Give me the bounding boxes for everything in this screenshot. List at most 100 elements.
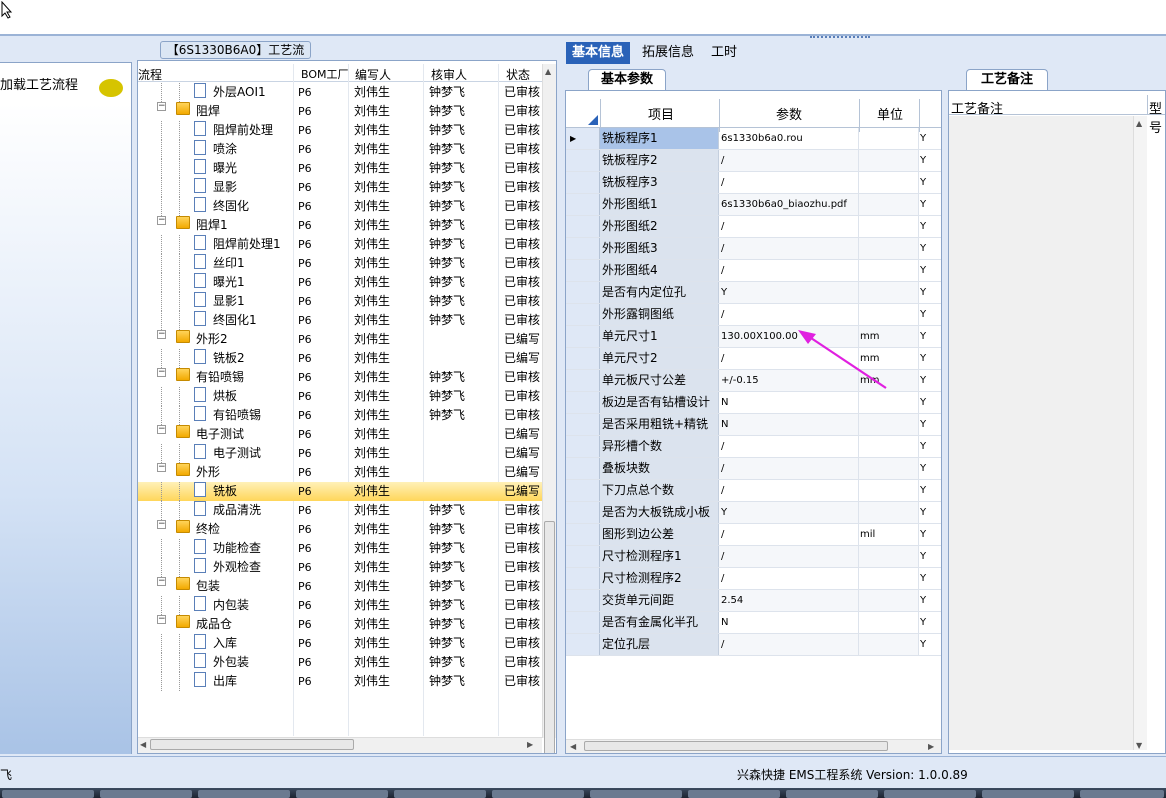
tree-vertical-scroll-thumb[interactable] (544, 521, 555, 753)
param-unit-cell[interactable] (859, 392, 919, 413)
tree-row[interactable]: 显影 P6 刘伟生 钟梦飞 已审核 (138, 178, 542, 197)
collapse-toggle-icon[interactable]: − (157, 216, 166, 225)
param-value-cell[interactable]: / (719, 546, 859, 567)
taskbar-button[interactable] (590, 790, 682, 798)
col-header-writer[interactable]: 编写人 (355, 66, 391, 83)
param-row[interactable]: 板边是否有钻槽设计 N Y (566, 392, 941, 414)
param-row[interactable]: 铣板程序3/ Y (566, 172, 941, 194)
taskbar-button[interactable] (884, 790, 976, 798)
param-value-cell[interactable]: N (719, 414, 859, 435)
tree-row[interactable]: 烘板 P6 刘伟生 钟梦飞 已审核 (138, 387, 542, 406)
param-unit-cell[interactable] (859, 612, 919, 633)
tab-extended-info[interactable]: 拓展信息 (636, 42, 700, 64)
tab-work-hours[interactable]: 工时 (705, 42, 743, 64)
tree-row[interactable]: 外包装 P6 刘伟生 钟梦飞 已审核 (138, 653, 542, 672)
tree-row[interactable]: − 有铅喷锡 P6 刘伟生 钟梦飞 已审核 (138, 368, 542, 387)
tree-row[interactable]: 外观检查 P6 刘伟生 钟梦飞 已审核 (138, 558, 542, 577)
param-unit-cell[interactable] (859, 238, 919, 259)
col-header-param[interactable]: 参数 (776, 104, 802, 123)
param-value-cell[interactable]: 2.54 (719, 590, 859, 611)
param-unit-cell[interactable] (859, 502, 919, 523)
tree-row[interactable]: 入库 P6 刘伟生 钟梦飞 已审核 (138, 634, 542, 653)
row-header[interactable] (566, 348, 600, 369)
param-row[interactable]: 图形到边公差 / mil Y (566, 524, 941, 546)
scroll-up-icon[interactable]: ▲ (545, 67, 551, 76)
param-unit-cell[interactable] (859, 282, 919, 303)
taskbar-button[interactable] (100, 790, 192, 798)
taskbar-button[interactable] (492, 790, 584, 798)
param-value-cell[interactable]: 6s1330b6a0_biaozhu.pdf (719, 194, 859, 215)
param-unit-cell[interactable] (859, 634, 919, 655)
col-header-unit[interactable]: 单位 (877, 104, 903, 123)
row-header[interactable] (566, 216, 600, 237)
tree-row[interactable]: 出库 P6 刘伟生 钟梦飞 已审核 (138, 672, 542, 691)
param-unit-cell[interactable]: mil (859, 524, 919, 545)
param-value-cell[interactable]: N (719, 612, 859, 633)
row-header[interactable] (566, 282, 600, 303)
row-header[interactable] (566, 458, 600, 479)
param-value-cell[interactable]: Y (719, 502, 859, 523)
row-header[interactable] (566, 480, 600, 501)
collapse-toggle-icon[interactable]: − (157, 102, 166, 111)
param-unit-cell[interactable] (859, 128, 919, 149)
param-row[interactable]: 外形图纸2/ Y (566, 216, 941, 238)
tree-row[interactable]: − 电子测试 P6 刘伟生 已编写 (138, 425, 542, 444)
row-header[interactable] (566, 326, 600, 347)
scroll-down-icon[interactable]: ▼ (1136, 741, 1142, 750)
comment-bubble-icon[interactable] (99, 79, 123, 97)
tree-row[interactable]: 功能检查 P6 刘伟生 钟梦飞 已审核 (138, 539, 542, 558)
tree-horizontal-scroll-thumb[interactable] (150, 739, 354, 750)
row-header[interactable] (566, 546, 600, 567)
param-value-cell[interactable]: / (719, 480, 859, 501)
param-row[interactable]: 是否有内定位孔 Y Y (566, 282, 941, 304)
param-unit-cell[interactable] (859, 216, 919, 237)
tree-row[interactable]: 铣板 P6 刘伟生 已编写 (138, 482, 542, 501)
scroll-left-icon[interactable]: ◀ (570, 742, 576, 751)
col-header-model[interactable]: 型号 (1149, 98, 1165, 136)
tree-row[interactable]: 外层AOI1 P6 刘伟生 钟梦飞 已审核 (138, 83, 542, 102)
row-header[interactable] (566, 414, 600, 435)
param-unit-cell[interactable] (859, 546, 919, 567)
taskbar-button[interactable] (394, 790, 486, 798)
param-unit-cell[interactable] (859, 260, 919, 281)
param-unit-cell[interactable] (859, 150, 919, 171)
row-header[interactable] (566, 436, 600, 457)
row-header[interactable]: ▶ (566, 128, 600, 149)
row-header[interactable] (566, 392, 600, 413)
taskbar-button[interactable] (296, 790, 388, 798)
tree-row[interactable]: 曝光1 P6 刘伟生 钟梦飞 已审核 (138, 273, 542, 292)
col-header-notes[interactable]: 工艺备注 (951, 98, 1003, 117)
splitter-middle[interactable] (557, 44, 565, 756)
taskbar-button[interactable] (688, 790, 780, 798)
param-unit-cell[interactable] (859, 194, 919, 215)
tree-row[interactable]: − 终检 P6 刘伟生 钟梦飞 已审核 (138, 520, 542, 539)
collapse-toggle-icon[interactable]: − (157, 425, 166, 434)
taskbar-button[interactable] (1080, 790, 1164, 798)
param-value-cell[interactable]: / (719, 568, 859, 589)
tree-row[interactable]: 有铅喷锡 P6 刘伟生 钟梦飞 已审核 (138, 406, 542, 425)
tree-row[interactable]: 终固化1 P6 刘伟生 钟梦飞 已审核 (138, 311, 542, 330)
param-row[interactable]: 外形图纸3/ Y (566, 238, 941, 260)
param-value-cell[interactable]: / (719, 458, 859, 479)
param-row[interactable]: ▶ 铣板程序1 6s1330b6a0.rou Y (566, 128, 941, 150)
tree-row[interactable]: − 包装 P6 刘伟生 钟梦飞 已审核 (138, 577, 542, 596)
col-header-status[interactable]: 状态 (506, 66, 530, 83)
tab-process-notes[interactable]: 工艺备注 (966, 69, 1048, 91)
tree-row[interactable]: − 阻焊 P6 刘伟生 钟梦飞 已审核 (138, 102, 542, 121)
param-unit-cell[interactable] (859, 458, 919, 479)
row-header[interactable] (566, 304, 600, 325)
param-row[interactable]: 异形槽个数 / Y (566, 436, 941, 458)
collapse-toggle-icon[interactable]: − (157, 615, 166, 624)
row-header[interactable] (566, 502, 600, 523)
col-header-item[interactable]: 项目 (648, 104, 674, 123)
param-value-cell[interactable]: 6s1330b6a0.rou (719, 128, 859, 149)
params-horizontal-scroll-thumb[interactable] (584, 741, 888, 751)
select-all-corner-icon[interactable] (588, 115, 598, 125)
param-row[interactable]: 铣板程序2/ Y (566, 150, 941, 172)
taskbar-button[interactable] (786, 790, 878, 798)
param-row[interactable]: 下刀点总个数 / Y (566, 480, 941, 502)
scroll-right-icon[interactable]: ▶ (527, 740, 533, 749)
row-header[interactable] (566, 370, 600, 391)
scroll-up-icon[interactable]: ▲ (1136, 119, 1142, 128)
tree-row[interactable]: 终固化 P6 刘伟生 钟梦飞 已审核 (138, 197, 542, 216)
